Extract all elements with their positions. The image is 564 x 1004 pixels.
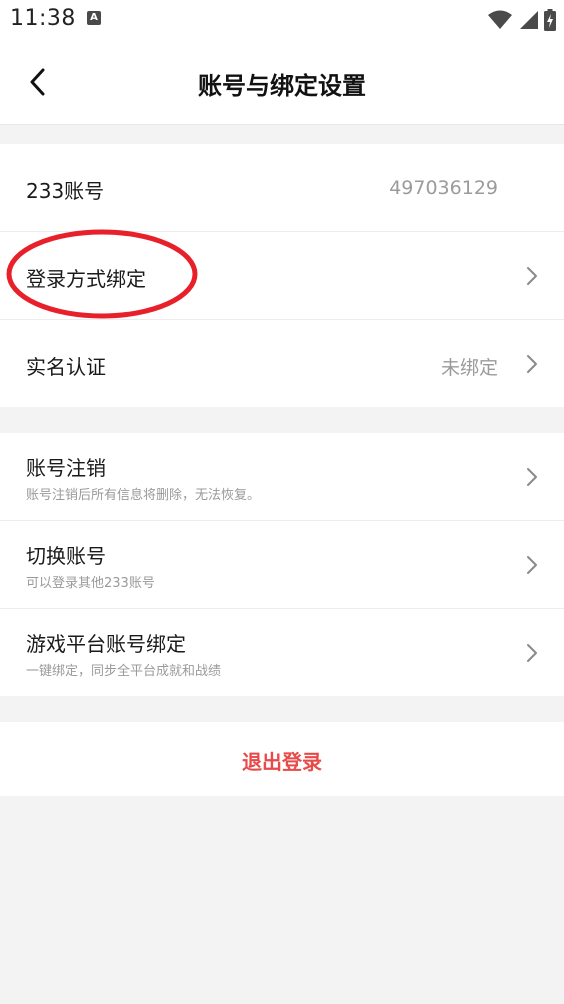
- cancel-account-description: 账号注销后所有信息将删除，无法恢复。: [26, 488, 261, 503]
- nav-bar: 账号与绑定设置: [0, 40, 564, 125]
- login-binding-label: 登录方式绑定: [26, 267, 146, 291]
- chevron-right-icon: [527, 556, 537, 574]
- switch-account-label: 切换账号: [26, 544, 106, 568]
- battery-icon: [544, 9, 556, 31]
- status-bar: 11:38 A: [0, 0, 564, 40]
- game-binding-description: 一键绑定，同步全平台成就和战绩: [26, 664, 222, 679]
- signal-icon: [520, 11, 538, 29]
- game-binding-row[interactable]: 游戏平台账号绑定 一键绑定，同步全平台成就和战绩: [0, 609, 564, 696]
- chevron-right-icon: [527, 644, 537, 662]
- game-binding-label: 游戏平台账号绑定: [26, 632, 186, 656]
- manage-group: 账号注销 账号注销后所有信息将删除，无法恢复。 切换账号 可以登录其他233账号…: [0, 433, 564, 696]
- account-id-label: 233账号: [26, 179, 105, 203]
- account-id-value: 497036129: [389, 177, 498, 199]
- account-id-row: 233账号 497036129: [0, 144, 564, 232]
- real-name-status: 未绑定: [440, 357, 498, 379]
- account-group: 233账号 497036129 登录方式绑定 实名认证 未绑定: [0, 144, 564, 407]
- logout-label: 退出登录: [242, 750, 322, 774]
- chevron-right-icon: [527, 267, 537, 285]
- real-name-row[interactable]: 实名认证 未绑定: [0, 320, 564, 407]
- switch-account-description: 可以登录其他233账号: [26, 576, 155, 591]
- page-title: 账号与绑定设置: [198, 72, 366, 100]
- real-name-label: 实名认证: [26, 355, 106, 379]
- logout-button[interactable]: 退出登录: [0, 722, 564, 796]
- wifi-icon: [488, 10, 512, 29]
- switch-account-row[interactable]: 切换账号 可以登录其他233账号: [0, 521, 564, 609]
- status-icons: [488, 8, 556, 32]
- chevron-right-icon: [527, 355, 537, 373]
- notification-badge-icon: A: [87, 11, 101, 25]
- login-binding-row[interactable]: 登录方式绑定: [0, 232, 564, 320]
- cancel-account-label: 账号注销: [26, 456, 106, 480]
- status-time: 11:38: [10, 6, 76, 31]
- chevron-right-icon: [527, 468, 537, 486]
- cancel-account-row[interactable]: 账号注销 账号注销后所有信息将删除，无法恢复。: [0, 433, 564, 521]
